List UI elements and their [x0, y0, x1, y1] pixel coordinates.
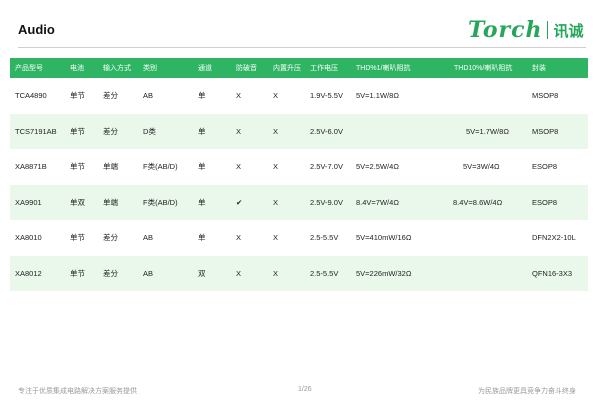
table-cell: 单端	[103, 197, 118, 207]
table-cell: X	[273, 197, 279, 207]
table-cell: X	[236, 233, 242, 243]
table-cell: X	[236, 162, 242, 172]
column-header: 封装	[532, 65, 546, 72]
column-header: 防破音	[236, 65, 257, 72]
table-cell: XA8010	[15, 233, 42, 243]
table-cell: ESOP8	[532, 197, 558, 207]
page-number: 1/26	[298, 386, 312, 393]
brand-logo: Torch 讯诚	[468, 16, 584, 44]
table-cell: X	[273, 162, 279, 172]
table-cell: XA9901	[15, 197, 42, 207]
table-cell: 5V=2.5W/4Ω	[356, 162, 399, 172]
table-cell: X	[236, 268, 242, 278]
table-cell: 5V=1.7W/8Ω	[466, 126, 509, 136]
column-header: 输入方式	[103, 65, 131, 72]
table-row: XA9901 单双 单端 F类(AB/D) 单 ✔ X 2.5V-9.0V 8.…	[10, 184, 588, 220]
table-cell: TCA4890	[15, 91, 47, 101]
table-cell: F类(AB/D)	[143, 162, 178, 172]
table-cell: 单	[198, 126, 206, 136]
table-cell: AB	[143, 268, 154, 278]
table-cell: 单节	[70, 268, 85, 278]
column-header: 电池	[70, 65, 84, 72]
table-cell: 单节	[70, 126, 85, 136]
table-cell: 单	[198, 233, 206, 243]
table-cell: DFN2X2-10L	[532, 233, 576, 243]
table-cell: 1.9V-5.5V	[310, 91, 343, 101]
table-cell: X	[273, 91, 279, 101]
table-row: XA8010 单节 差分 AB 单 X X 2.5-5.5V 5V=410mW/…	[10, 220, 588, 256]
table-cell: X	[273, 233, 279, 243]
table-cell: 差分	[103, 233, 118, 243]
table-row: TCS7191AB 单节 差分 D类 单 X X 2.5V-6.0V 5V=1.…	[10, 113, 588, 149]
footer-slogan-left: 专注于优质集成电路解决方案服务提供	[18, 388, 137, 395]
product-table: 产品型号 电池 输入方式 类别 通道 防破音 内置升压 工作电压 THD%1/喇…	[10, 58, 588, 291]
column-header: THD10%/喇叭阻抗	[454, 65, 513, 72]
table-cell: X	[236, 91, 242, 101]
column-header: 通道	[198, 65, 212, 72]
table-cell: 差分	[103, 268, 118, 278]
table-cell: 差分	[103, 126, 118, 136]
table-cell: AB	[143, 91, 154, 101]
table-row: TCA4890 单节 差分 AB 单 X X 1.9V-5.5V 5V=1.1W…	[10, 78, 588, 114]
table-cell: XA8871B	[15, 162, 47, 172]
table-cell: X	[236, 126, 242, 136]
table-cell: 2.5V-6.0V	[310, 126, 343, 136]
table-cell: X	[273, 268, 279, 278]
table-cell: QFN16-3X3	[532, 268, 573, 278]
column-header: 内置升压	[273, 65, 301, 72]
column-header: 工作电压	[310, 65, 338, 72]
table-cell: ✔	[236, 197, 243, 207]
table-cell: 2.5-5.5V	[310, 233, 339, 243]
logo-divider	[546, 21, 548, 39]
table-cell: 双	[198, 268, 206, 278]
table-cell: TCS7191AB	[15, 126, 57, 136]
table-cell: 单	[198, 91, 206, 101]
column-header: 产品型号	[15, 65, 43, 72]
table-header: 产品型号 电池 输入方式 类别 通道 防破音 内置升压 工作电压 THD%1/喇…	[10, 58, 588, 78]
page-title: Audio	[18, 22, 55, 37]
footer-slogan-right: 为民族品牌更具竞争力奋斗终身	[478, 388, 576, 395]
table-cell: 8.4V=8.6W/4Ω	[453, 197, 503, 207]
table-cell: D类	[143, 126, 156, 136]
table-cell: 单	[198, 197, 206, 207]
table-cell: 单节	[70, 233, 85, 243]
table-cell: ESOP8	[532, 162, 558, 172]
logo-word: Torch	[468, 17, 543, 43]
table-cell: 单	[198, 162, 206, 172]
table-cell: XA8012	[15, 268, 42, 278]
table-cell: MSOP8	[532, 126, 559, 136]
table-cell: 5V=226mW/32Ω	[356, 268, 412, 278]
column-header: 类别	[143, 65, 157, 72]
table-cell: X	[273, 126, 279, 136]
table-cell: AB	[143, 233, 154, 243]
table-cell: 5V=1.1W/8Ω	[356, 91, 399, 101]
table-row: XA8012 单节 差分 AB 双 X X 2.5-5.5V 5V=226mW/…	[10, 255, 588, 291]
table-cell: 单端	[103, 162, 118, 172]
table-cell: 8.4V=7W/4Ω	[356, 197, 399, 207]
table-cell: 差分	[103, 91, 118, 101]
logo-chinese: 讯诚	[553, 22, 584, 40]
table-cell: 2.5V-9.0V	[310, 197, 343, 207]
table-cell: 单节	[70, 162, 85, 172]
table-cell: 2.5V-7.0V	[310, 162, 343, 172]
table-cell: 5V=3W/4Ω	[463, 162, 500, 172]
column-header: THD%1/喇叭阻抗	[356, 65, 411, 72]
table-cell: 单节	[70, 91, 85, 101]
table-cell: 单双	[70, 197, 85, 207]
table-cell: F类(AB/D)	[143, 197, 178, 207]
table-cell: MSOP8	[532, 91, 559, 101]
table-cell: 5V=410mW/16Ω	[356, 233, 412, 243]
table-row: XA8871B 单节 单端 F类(AB/D) 单 X X 2.5V-7.0V 5…	[10, 149, 588, 185]
title-divider	[18, 47, 586, 48]
table-cell: 2.5-5.5V	[310, 268, 339, 278]
